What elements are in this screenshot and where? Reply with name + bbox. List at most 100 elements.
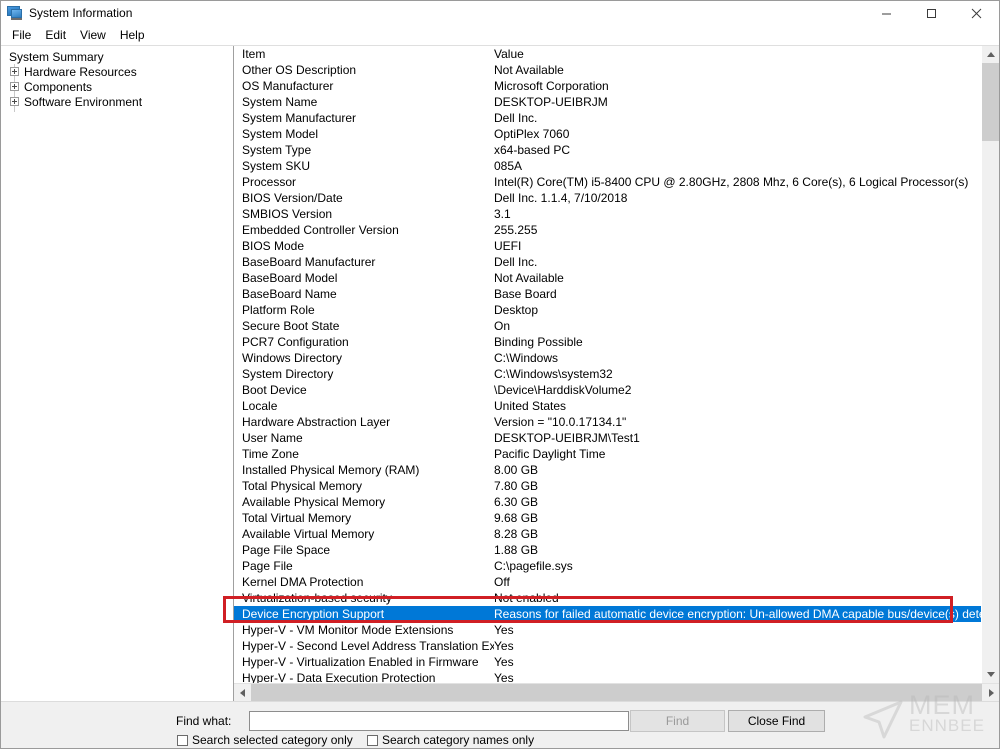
horizontal-scroll-thumb[interactable] [251,684,982,701]
table-cell-value: Dell Inc. 1.1.4, 7/10/2018 [494,191,628,205]
table-row[interactable]: Virtualization-based security Not enabled [234,590,981,606]
table-cell-item: User Name [242,431,303,445]
minimize-icon[interactable] [864,1,909,25]
scroll-right-icon[interactable] [982,684,999,701]
table-row[interactable]: SMBIOS Version 3.1 [234,206,981,222]
close-icon[interactable] [954,1,999,25]
table-cell-item: Other OS Description [242,63,357,77]
find-input[interactable] [249,710,629,731]
table-cell-value: Base Board [494,287,557,301]
table-cell-value: \Device\HarddiskVolume2 [494,383,632,397]
table-cell-item: Installed Physical Memory (RAM) [242,463,420,477]
table-row-selected[interactable]: Device Encryption Support Reasons for fai… [234,606,981,622]
table-row[interactable]: Kernel DMA Protection Off [234,574,981,590]
table-row[interactable]: Hyper-V - Virtualization Enabled in Firm… [234,654,981,670]
expand-plus-icon[interactable] [10,97,19,106]
table-cell-value: Not Available [494,63,564,77]
table-cell-value: Intel(R) Core(TM) i5-8400 CPU @ 2.80GHz,… [494,175,969,189]
table-row[interactable]: User Name DESKTOP-UEIBRJM\Test1 [234,430,981,446]
table-row[interactable]: System Model OptiPlex 7060 [234,126,981,142]
table-row[interactable]: Page File C:\pagefile.sys [234,558,981,574]
table-cell-value: 3.1 [494,207,511,221]
menu-item-help[interactable]: Help [113,27,152,43]
table-row[interactable]: Windows Directory C:\Windows [234,350,981,366]
table-row[interactable]: BaseBoard Manufacturer Dell Inc. [234,254,981,270]
table-row[interactable]: System Manufacturer Dell Inc. [234,110,981,126]
vertical-scrollbar[interactable] [981,46,999,683]
table-row[interactable]: System Name DESKTOP-UEIBRJM [234,94,981,110]
table-row[interactable]: Other OS Description Not Available [234,62,981,78]
table-row[interactable]: Hyper-V - Data Execution Protection Yes [234,670,981,683]
table-cell-value: Not Available [494,271,564,285]
table-row[interactable]: Hyper-V - Second Level Address Translati… [234,638,981,654]
table-row[interactable]: Boot Device \Device\HarddiskVolume2 [234,382,981,398]
horizontal-scroll-track[interactable] [251,684,982,701]
table-row[interactable]: Installed Physical Memory (RAM) 8.00 GB [234,462,981,478]
scroll-down-icon[interactable] [982,666,999,683]
table-row[interactable]: Page File Space 1.88 GB [234,542,981,558]
tree-item-system-summary[interactable]: System Summary [1,49,233,64]
scroll-left-icon[interactable] [234,684,251,701]
table-row[interactable]: PCR7 Configuration Binding Possible [234,334,981,350]
details-list: Item Value Other OS Description Not Avail… [234,46,981,683]
table-cell-value: OptiPlex 7060 [494,127,570,141]
tree-item-label: Hardware Resources [24,64,137,79]
table-row[interactable]: Hyper-V - VM Monitor Mode Extensions Yes [234,622,981,638]
table-row[interactable]: OS Manufacturer Microsoft Corporation [234,78,981,94]
table-cell-item: System Manufacturer [242,111,357,125]
column-header-item[interactable]: Item [234,47,494,61]
table-row[interactable]: Total Physical Memory 7.80 GB [234,478,981,494]
table-row[interactable]: Secure Boot State On [234,318,981,334]
table-row[interactable]: System Directory C:\Windows\system32 [234,366,981,382]
tree-item-hardware-resources[interactable]: Hardware Resources [1,64,233,79]
menu-bar: File Edit View Help [1,25,999,45]
table-cell-item: Processor [242,175,297,189]
vertical-scroll-track[interactable] [982,63,999,666]
table-row[interactable]: Total Virtual Memory 9.68 GB [234,510,981,526]
table-row[interactable]: Hardware Abstraction Layer Version = "10.… [234,414,981,430]
column-header-value[interactable]: Value [494,47,981,61]
table-row[interactable]: Locale United States [234,398,981,414]
expand-plus-icon[interactable] [10,67,19,76]
scroll-up-icon[interactable] [982,46,999,63]
table-row[interactable]: BIOS Version/Date Dell Inc. 1.1.4, 7/10/2… [234,190,981,206]
find-button[interactable]: Find [630,709,725,732]
close-find-button[interactable]: Close Find [728,709,825,732]
menu-item-view[interactable]: View [73,27,113,43]
tree-item-software-environment[interactable]: Software Environment [1,94,233,109]
search-selected-category-checkbox[interactable]: Search selected category only [177,733,353,747]
menu-item-file[interactable]: File [5,27,38,43]
table-cell-value: Dell Inc. [494,255,538,269]
table-row[interactable]: BIOS Mode UEFI [234,238,981,254]
table-cell-item: SMBIOS Version [242,207,333,221]
tree-item-label: Software Environment [24,94,143,109]
table-row[interactable]: Available Physical Memory 6.30 GB [234,494,981,510]
horizontal-scrollbar[interactable] [234,683,999,701]
search-category-names-checkbox[interactable]: Search category names only [367,733,534,747]
table-cell-value: Yes [494,639,514,653]
table-row[interactable]: BaseBoard Name Base Board [234,286,981,302]
table-row[interactable]: Processor Intel(R) Core(TM) i5-8400 CPU @… [234,174,981,190]
table-cell-item: BaseBoard Name [242,287,337,301]
column-headers: Item Value [234,46,981,62]
table-row[interactable]: Time Zone Pacific Daylight Time [234,446,981,462]
tree-item-components[interactable]: Components [1,79,233,94]
vertical-scroll-thumb[interactable] [982,63,999,141]
system-information-icon [7,5,23,21]
checkbox-icon[interactable] [367,734,378,746]
checkbox-icon[interactable] [177,734,188,746]
table-row[interactable]: System Type x64-based PC [234,142,981,158]
table-row[interactable]: System SKU 085A [234,158,981,174]
table-cell-item: PCR7 Configuration [242,335,349,349]
table-cell-item: Hyper-V - Virtualization Enabled in Firm… [242,655,479,669]
table-cell-item: System Type [242,143,312,157]
table-cell-value: DESKTOP-UEIBRJM\Test1 [494,431,640,445]
table-row[interactable]: Available Virtual Memory 8.28 GB [234,526,981,542]
expand-plus-icon[interactable] [10,82,19,91]
table-row[interactable]: Platform Role Desktop [234,302,981,318]
table-row[interactable]: Embedded Controller Version 255.255 [234,222,981,238]
maximize-icon[interactable] [909,1,954,25]
table-row[interactable]: BaseBoard Model Not Available [234,270,981,286]
menu-item-edit[interactable]: Edit [38,27,73,43]
table-cell-item: Platform Role [242,303,315,317]
